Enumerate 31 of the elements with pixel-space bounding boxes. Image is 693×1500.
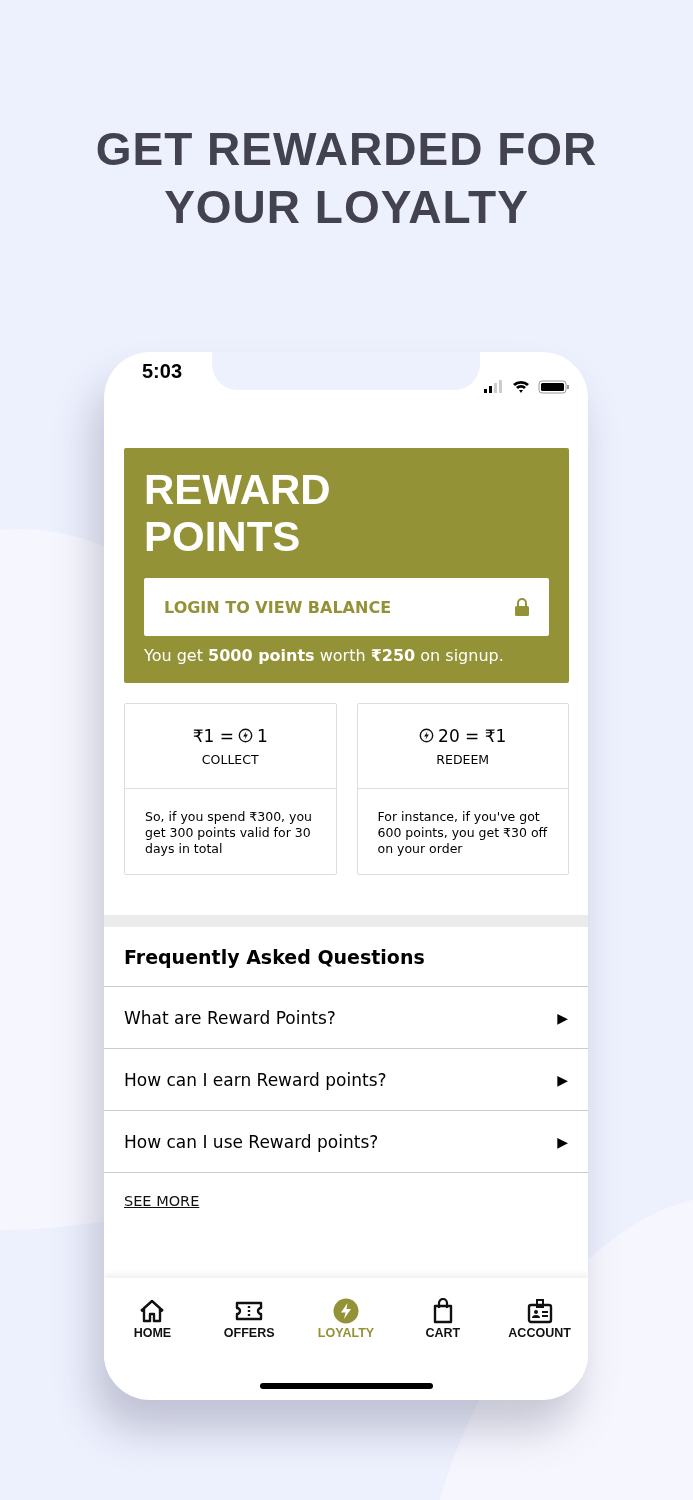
signal-icon <box>484 380 502 393</box>
status-time: 5:03 <box>142 360 183 383</box>
faq-item[interactable]: How can I earn Reward points? ▶ <box>104 1049 588 1111</box>
nav-tab[interactable]: CART <box>397 1298 488 1378</box>
id-badge-icon <box>525 1298 554 1324</box>
rate-label: REDEEM <box>436 751 490 767</box>
rate-description: For instance, if you've got 600 points, you get ₹30 off on your order <box>376 808 549 857</box>
nav-tab[interactable]: ACCOUNT <box>494 1298 585 1378</box>
faq-item[interactable]: How can I use Reward points? ▶ <box>104 1111 588 1173</box>
see-more-link[interactable]: SEE MORE <box>124 1193 200 1209</box>
points-coin-icon <box>419 728 435 743</box>
nav-tab[interactable]: OFFERS <box>204 1298 295 1378</box>
lock-icon <box>515 598 529 616</box>
rate-text: ₹1 = <box>192 725 234 746</box>
arrow-icon: ▶ <box>557 1133 568 1150</box>
faq-title: Frequently Asked Questions <box>104 927 588 987</box>
headline: GET REWARDED FOR YOUR LOYALTY <box>94 122 599 235</box>
reward-title: REWARD POINTS <box>144 466 332 560</box>
nav-tab[interactable]: HOME <box>107 1298 198 1378</box>
signup-note: You get 5000 points worth ₹250 on signup. <box>144 646 505 665</box>
points-coin-icon <box>237 728 253 743</box>
arrow-icon: ▶ <box>557 1071 568 1088</box>
arrow-icon: ▶ <box>557 1009 568 1026</box>
faq-item[interactable]: What are Reward Points? ▶ <box>104 987 588 1049</box>
wifi-icon <box>513 380 529 393</box>
battery-icon <box>538 380 569 394</box>
rate-text: 20 = ₹1 <box>438 725 507 746</box>
rate-description: So, if you spend ₹300, you get 300 points valid for 30 days in total <box>144 808 313 857</box>
rate-text: 1 <box>256 725 268 746</box>
rate-label: COLLECT <box>201 751 259 767</box>
lightning-icon <box>332 1298 360 1324</box>
